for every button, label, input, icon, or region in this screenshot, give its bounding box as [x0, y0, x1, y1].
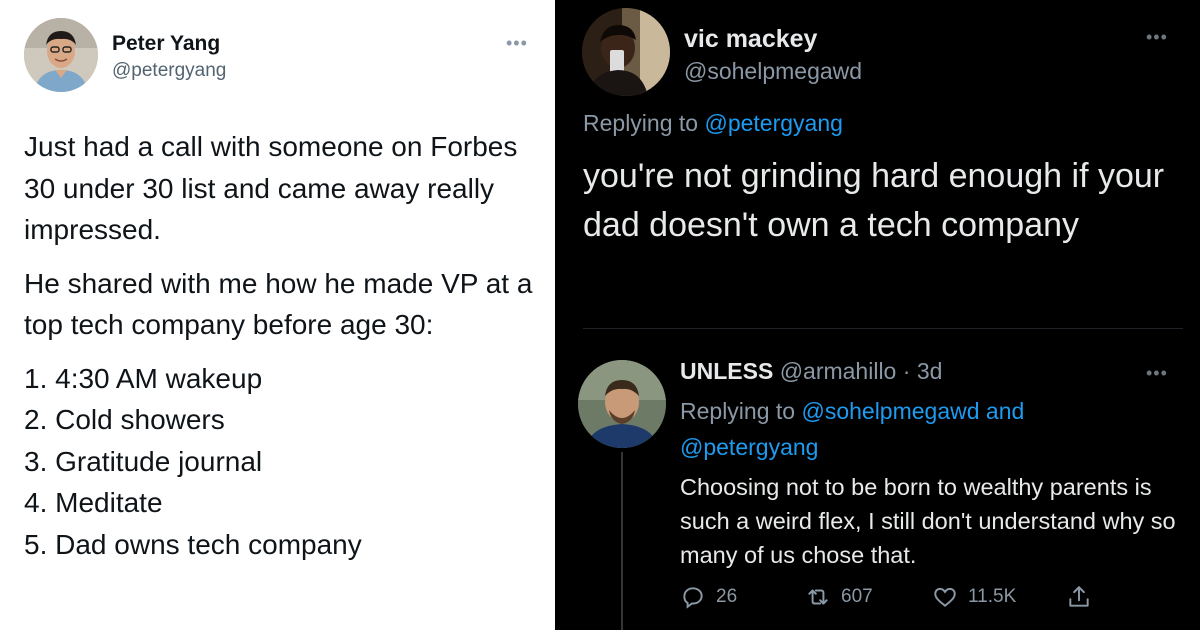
author-name[interactable]: vic mackey — [684, 25, 817, 54]
tweet-list: 1. 4:30 AM wakeup 2. Cold showers 3. Gra… — [24, 358, 544, 566]
tweet-paragraph: Just had a call with someone on Forbes 3… — [24, 131, 518, 245]
mention-link[interactable]: @petergyang — [680, 434, 818, 460]
list-item: 2. Cold showers — [24, 404, 225, 435]
like-count: 11.5K — [968, 586, 1017, 607]
share-button[interactable] — [1066, 582, 1102, 612]
and-label: and — [985, 398, 1025, 424]
more-dots-icon[interactable]: ••• — [1146, 28, 1168, 46]
author-handle[interactable]: @petergyang — [112, 60, 226, 82]
more-dots-icon[interactable]: ••• — [506, 34, 528, 52]
tweet-body: Just had a call with someone on Forbes 3… — [24, 126, 544, 565]
list-item: 5. Dad owns tech company — [24, 528, 362, 560]
author-handle[interactable]: @sohelpmegawd — [684, 58, 862, 85]
reply-header: UNLESS @armahillo · 3d — [680, 358, 942, 385]
mention-link[interactable]: @sohelpmegawd — [801, 398, 979, 424]
share-icon — [1069, 586, 1089, 607]
retweet-button[interactable]: 607 — [805, 582, 873, 612]
action-bar: 26 607 11.5K — [680, 582, 1140, 612]
list-item: 3. Gratitude journal — [24, 445, 263, 477]
mention-link[interactable]: @petergyang — [704, 110, 842, 136]
list-item: 1. 4:30 AM wakeup — [24, 362, 263, 394]
replying-to: Replying to @petergyang — [583, 110, 843, 137]
list-item: 4. Meditate — [24, 487, 163, 518]
tweet-paragraph: He shared with me how he made VP at a to… — [24, 267, 533, 341]
separator: · — [902, 358, 911, 384]
reply-icon — [683, 587, 703, 609]
author-name[interactable]: UNLESS — [680, 358, 773, 384]
retweet-icon — [808, 589, 828, 605]
like-button[interactable]: 11.5K — [932, 582, 1016, 612]
peter-yang-avatar[interactable] — [24, 18, 98, 92]
thread-line — [621, 452, 623, 630]
more-dots-icon[interactable]: ••• — [1146, 364, 1168, 382]
tweet-body: you're not grinding hard enough if your … — [583, 157, 1165, 244]
retweet-count: 607 — [841, 586, 873, 607]
reply-count: 26 — [716, 586, 738, 607]
unless-avatar[interactable] — [578, 360, 666, 448]
author-handle[interactable]: @armahillo — [780, 358, 897, 384]
heart-icon — [934, 587, 956, 607]
reply-button[interactable]: 26 — [680, 582, 737, 612]
timestamp[interactable]: 3d — [917, 358, 943, 384]
replying-to-label: Replying to — [680, 398, 796, 424]
vic-mackey-avatar[interactable] — [582, 8, 670, 96]
left-tweet-panel: Peter Yang @petergyang ••• Just had a ca… — [0, 0, 555, 630]
replying-to: Replying to @sohelpmegawd and @petergyan… — [680, 393, 1150, 465]
replying-to-label: Replying to — [583, 110, 699, 136]
tweet-body: Choosing not to be born to wealthy paren… — [680, 474, 1176, 568]
divider — [583, 328, 1183, 329]
author-name[interactable]: Peter Yang — [112, 32, 220, 56]
